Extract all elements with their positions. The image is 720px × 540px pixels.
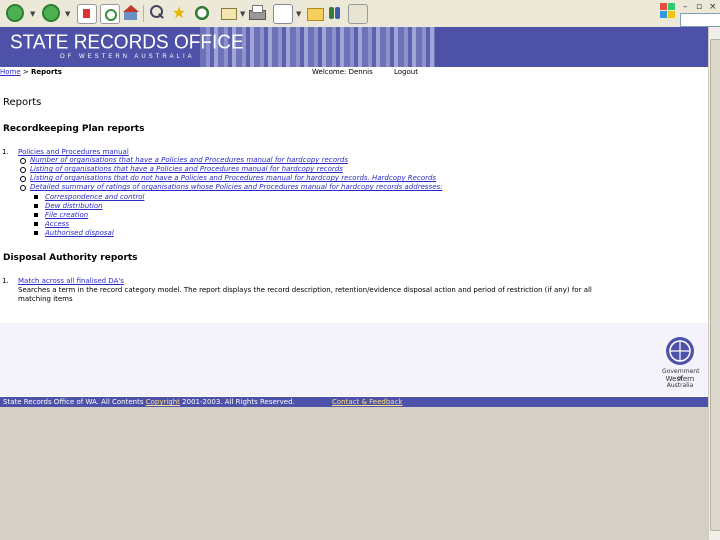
rkp-subreport-link-1[interactable]: Correspondence and control (45, 193, 144, 201)
rkp-subreport-link-2[interactable]: Dew distribution (45, 202, 103, 210)
page-title: Reports (3, 97, 42, 108)
da-description-line-2: matching items (18, 295, 73, 303)
rkp-subreport-link-3[interactable]: File creation (45, 211, 88, 219)
lower-panel (0, 323, 708, 396)
forward-icon[interactable] (42, 4, 60, 22)
mail-icon[interactable] (220, 4, 238, 22)
stop-icon[interactable] (77, 4, 97, 24)
breadcrumb: Home > Reports (0, 68, 62, 76)
site-footer: State Records Office of WA. All Contents… (0, 397, 708, 407)
rkp-subreport-link-4[interactable]: Access (45, 220, 69, 228)
rkp-report-link-4[interactable]: Detailed summary of ratings of organisat… (30, 183, 443, 191)
footer-years: 2001-2003. All Rights Reserved. (179, 398, 295, 406)
favorites-icon[interactable]: ★ (170, 4, 188, 22)
breadcrumb-home-link[interactable]: Home (0, 68, 21, 76)
breadcrumb-separator: > (20, 68, 31, 76)
bullet-circle (20, 176, 26, 182)
match-all-das-link[interactable]: Match across all finalised DA's (18, 277, 124, 285)
rkp-report-link-1[interactable]: Number of organisations that have a Poli… (30, 156, 348, 164)
da-description-line-1: Searches a term in the record category m… (18, 286, 592, 294)
bullet-circle (20, 158, 26, 164)
edit-icon[interactable] (273, 4, 293, 24)
research-icon[interactable] (348, 4, 368, 24)
bullet-square (34, 222, 38, 226)
bullet-circle (20, 167, 26, 173)
forward-dropdown-icon[interactable]: ▼ (65, 10, 70, 18)
scrollbar-thumb[interactable] (710, 39, 720, 531)
footer-line: State Records Office of WA. All Contents… (3, 398, 295, 406)
search-icon[interactable] (148, 4, 166, 22)
da-item-number: 1. (2, 277, 9, 285)
folder-icon[interactable] (306, 4, 324, 22)
empty-viewport-area (0, 407, 708, 540)
logout-link[interactable]: Logout (394, 68, 418, 76)
bullet-square (34, 204, 38, 208)
rkp-section-title: Recordkeeping Plan reports (3, 124, 145, 134)
policies-procedures-link[interactable]: Policies and Procedures manual (18, 148, 129, 156)
messenger-icon[interactable] (326, 4, 344, 22)
sub-navigation: Home > Reports Welcome: Dennis Logout (0, 67, 708, 79)
rkp-item-number: 1. (2, 148, 9, 156)
rkp-subreport-link-5[interactable]: Authorised disposal (45, 229, 114, 237)
bullet-square (34, 231, 38, 235)
print-icon[interactable] (248, 4, 266, 22)
bullet-circle (20, 185, 26, 191)
edit-dropdown-icon[interactable]: ▼ (296, 10, 301, 18)
close-icon[interactable]: × (709, 2, 717, 12)
history-icon[interactable] (193, 4, 211, 22)
footer-text: State Records Office of WA. All Contents (3, 398, 146, 406)
web-page: STATE RECORDS OFFICE OF WESTERN AUSTRALI… (0, 27, 708, 397)
site-logo-subtitle: OF WESTERN AUSTRALIA (60, 54, 195, 60)
refresh-icon[interactable] (100, 4, 120, 24)
bullet-square (34, 195, 38, 199)
gov-text-line-3: Australia (666, 382, 694, 389)
site-logo-title: STATE RECORDS OFFICE (10, 31, 244, 54)
restore-icon[interactable]: ▫ (696, 2, 702, 12)
rkp-report-link-3[interactable]: Listing of organisations that do not hav… (30, 174, 436, 182)
back-dropdown-icon[interactable]: ▼ (30, 10, 35, 18)
copyright-link[interactable]: Copyright (146, 398, 180, 406)
back-icon[interactable] (6, 4, 24, 22)
bullet-square (34, 213, 38, 217)
site-banner: STATE RECORDS OFFICE OF WESTERN AUSTRALI… (0, 27, 708, 67)
home-icon[interactable] (122, 4, 140, 22)
da-section-title: Disposal Authority reports (3, 253, 138, 263)
windows-logo-icon (660, 3, 676, 19)
minimize-icon[interactable]: – (683, 2, 688, 12)
browser-toolbar: ▼ ▼ ★ ▼ ▼ – ▫ × (0, 0, 720, 28)
contact-feedback-link[interactable]: Contact & Feedback (332, 398, 402, 406)
breadcrumb-current: Reports (31, 68, 62, 76)
government-crest-icon (666, 337, 694, 365)
mail-dropdown-icon[interactable]: ▼ (240, 10, 245, 18)
welcome-text: Welcome: Dennis (312, 68, 373, 76)
vertical-scrollbar[interactable] (708, 27, 720, 540)
address-field[interactable] (680, 13, 720, 27)
rkp-report-link-2[interactable]: Listing of organisations that have a Pol… (30, 165, 343, 173)
